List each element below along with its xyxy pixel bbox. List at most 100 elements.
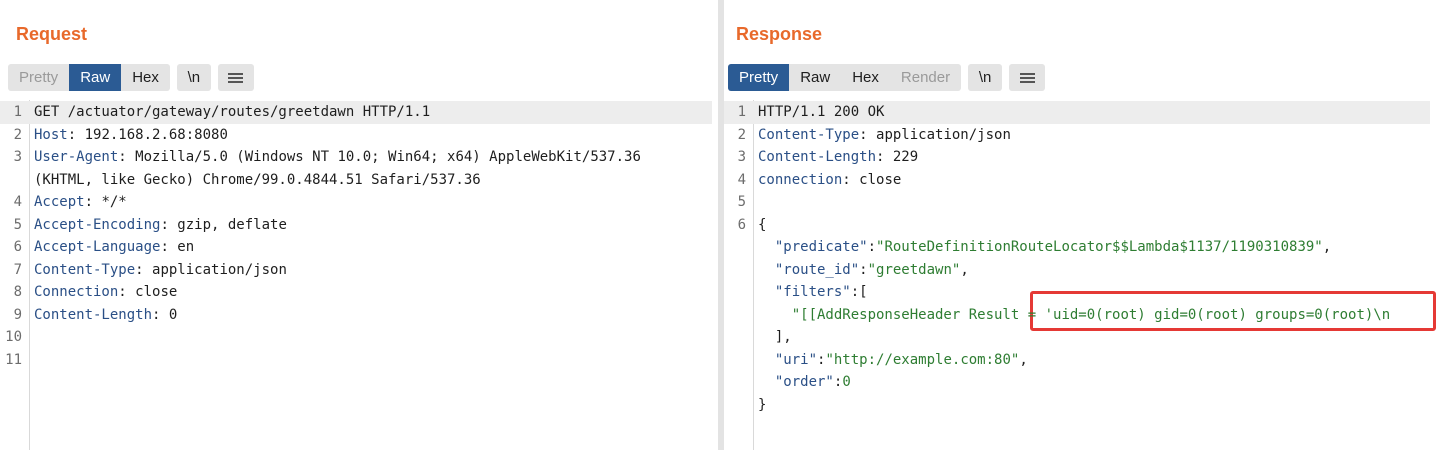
line-content: "route_id":"greetdawn", (758, 259, 969, 282)
request-line: 8 Connection: close (0, 281, 712, 304)
line-number: 5 (737, 194, 746, 210)
line-text: ], (758, 329, 792, 345)
response-tab-raw[interactable]: Raw (789, 64, 841, 91)
colon: : (135, 261, 144, 278)
line-content: User-Agent: Mozilla/5.0 (Windows NT 10.0… (34, 146, 641, 169)
line-number: 9 (13, 306, 22, 323)
header-name: Content-Length (34, 306, 153, 323)
response-editor[interactable]: 1 HTTP/1.1 200 OK 2 Content-Type: applicati… (724, 100, 1436, 450)
line-content: } (758, 394, 766, 417)
request-tab-pretty[interactable]: Pretty (8, 64, 69, 91)
line-number: 4 (13, 194, 22, 210)
response-view-tabs: Pretty Raw Hex Render (728, 64, 962, 91)
response-tab-hex[interactable]: Hex (841, 64, 890, 91)
json-punctuation: , (1019, 351, 1028, 368)
header-value: gzip, deflate (168, 216, 287, 233)
line-text: { (758, 216, 767, 233)
json-key: "uri" (774, 351, 818, 368)
line-content: Content-Length: 0 (34, 304, 177, 327)
line-content: "filters":[ (758, 281, 868, 304)
request-editor[interactable]: 1 GET /actuator/gateway/routes/greetdawn … (0, 100, 718, 450)
request-line: 1 GET /actuator/gateway/routes/greetdawn … (0, 101, 712, 124)
line-number: 11 (5, 351, 22, 368)
line-text: } (758, 396, 767, 413)
header-value: close (126, 284, 178, 300)
request-title: Request (16, 24, 88, 44)
response-line: "[[AddResponseHeader Result = 'uid=0(roo… (724, 304, 1430, 327)
json-number: 0 (842, 374, 851, 390)
colon: : (842, 171, 851, 188)
header-name: Accept-Encoding (34, 216, 161, 233)
json-key: "predicate" (774, 239, 868, 255)
response-toolbar: Pretty Raw Hex Render \n (728, 64, 1046, 91)
line-number: 2 (13, 126, 22, 143)
colon: : (84, 194, 94, 210)
line-content: "order":0 (758, 371, 851, 394)
line-number: 4 (737, 171, 746, 188)
request-line: 2 Host: 192.168.2.68:8080 (0, 124, 712, 147)
line-text: GET /actuator/gateway/routes/greetdawn H… (34, 104, 431, 120)
hamburger-menu-icon (1019, 72, 1035, 83)
line-content: Accept-Language: en (34, 236, 194, 259)
header-name: Connection (34, 284, 119, 300)
request-tab-raw[interactable]: Raw (69, 64, 122, 91)
line-text: HTTP/1.1 200 OK (758, 104, 885, 120)
header-value: en (168, 239, 195, 255)
request-line: 3 User-Agent: Mozilla/5.0 (Windows NT 10.… (0, 146, 712, 169)
response-line: 2 Content-Type: application/json (724, 124, 1430, 147)
response-menu-button[interactable] (1009, 64, 1046, 91)
line-content: { (758, 214, 766, 237)
header-value: Mozilla/5.0 (Windows NT 10.0; Win64; x64… (126, 149, 641, 165)
response-tab-pretty[interactable]: Pretty (728, 64, 790, 91)
response-line: "predicate":"RouteDefinitionRouteLocator… (724, 236, 1430, 259)
json-key: "route_id" (774, 261, 860, 278)
response-tab-render[interactable]: Render (890, 64, 961, 91)
header-name: Content-Length (758, 149, 877, 165)
line-content: HTTP/1.1 200 OK (758, 101, 884, 124)
request-menu-button[interactable] (217, 64, 254, 91)
response-line: ], (724, 326, 1430, 349)
request-line: 11 (0, 349, 712, 372)
json-key: "filters" (774, 284, 851, 300)
request-line: 4 Accept: */* (0, 191, 712, 214)
response-title: Response (736, 24, 823, 44)
request-tab-hex[interactable]: Hex (121, 64, 170, 91)
line-content: connection: close (758, 169, 901, 192)
line-content: Content-Type: application/json (758, 124, 1011, 147)
json-separator: :[ (850, 284, 868, 300)
line-content: Accept-Encoding: gzip, deflate (34, 214, 287, 237)
json-string: "http://example.com:80" (825, 351, 1020, 368)
request-line: 10 (0, 326, 712, 349)
line-number: 2 (737, 126, 746, 143)
header-name: Accept (34, 194, 85, 210)
header-name: Host (34, 126, 68, 143)
header-value: application/json (143, 261, 287, 278)
response-line: 4 connection: close (724, 169, 1430, 192)
header-name: Content-Type (758, 126, 860, 143)
request-newline-toggle-button[interactable]: \n (176, 64, 211, 91)
request-line: (KHTML, like Gecko) Chrome/99.0.4844.51 … (0, 169, 712, 192)
line-number: 8 (13, 284, 22, 300)
line-content: "predicate":"RouteDefinitionRouteLocator… (758, 236, 1331, 259)
request-view-tabs: Pretty Raw Hex (8, 64, 170, 91)
line-number: 6 (737, 216, 746, 233)
header-value: */* (93, 194, 127, 210)
request-line: 5 Accept-Encoding: gzip, deflate (0, 214, 712, 237)
hamburger-menu-icon (228, 72, 244, 83)
line-content: Accept: */* (34, 191, 127, 214)
json-key: "order" (774, 374, 834, 390)
line-number: 10 (5, 329, 22, 345)
line-content: Content-Type: application/json (34, 259, 287, 282)
header-value: close (850, 171, 902, 188)
colon: : (160, 239, 169, 255)
response-line: "uri":"http://example.com:80", (724, 349, 1430, 372)
response-line: "filters":[ (724, 281, 1430, 304)
line-text: (KHTML, like Gecko) Chrome/99.0.4844.51 … (34, 171, 481, 188)
colon: : (859, 126, 868, 143)
response-newline-toggle-button[interactable]: \n (968, 64, 1003, 91)
json-string: "[[AddResponseHeader Result = 'uid=0(roo… (791, 306, 1391, 323)
